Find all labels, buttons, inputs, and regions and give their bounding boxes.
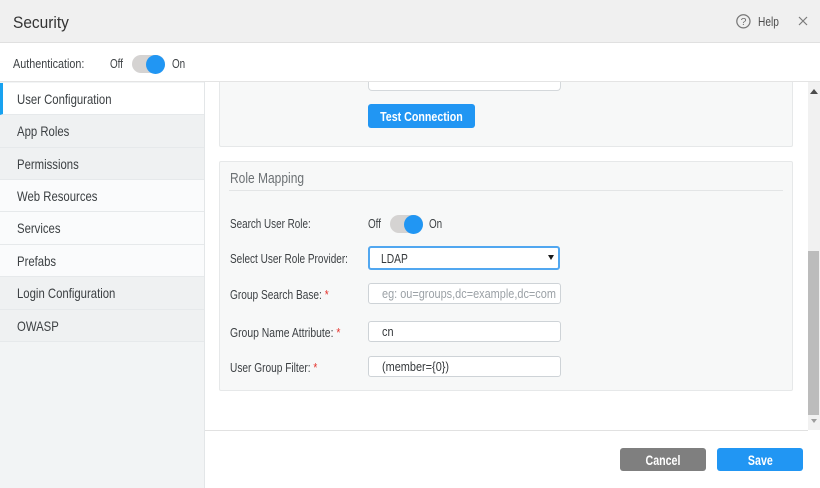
svg-text:?: ? xyxy=(741,16,747,28)
